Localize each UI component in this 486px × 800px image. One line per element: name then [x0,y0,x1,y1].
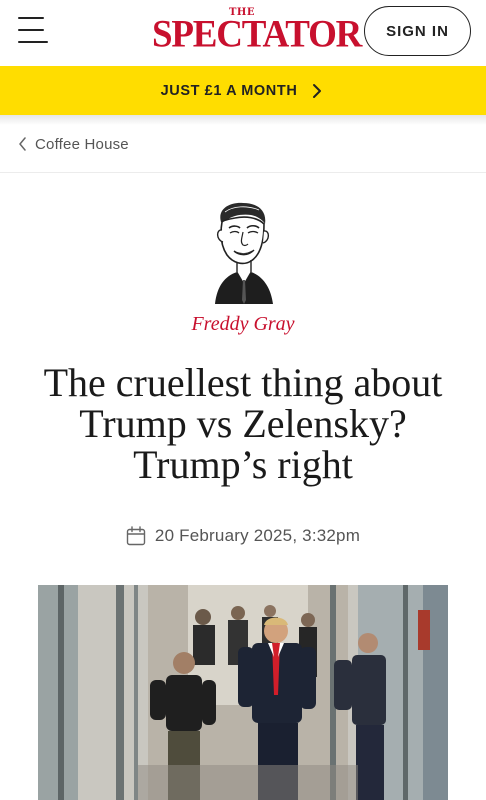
calendar-icon [126,526,146,546]
divider [0,172,486,173]
logo-wordmark: SPECTATOR [152,12,362,57]
site-header: THE SPECTATOR SIGN IN [0,0,486,66]
article-headline: The cruellest thing about Trump vs Zelen… [43,360,443,487]
chevron-left-icon [19,137,26,151]
spectator-logo[interactable]: THE SPECTATOR [152,8,362,57]
hamburger-menu-icon[interactable] [18,16,50,44]
promo-label: JUST £1 A MONTH [160,82,298,99]
article-dateline: 20 February 2025, 3:32pm [0,524,486,548]
banner-shadow [0,115,486,125]
author-caricature[interactable] [207,200,275,304]
publish-date: 20 February 2025, 3:32pm [154,526,361,545]
breadcrumb[interactable]: Coffee House [17,133,129,155]
article-hero-image[interactable] [38,585,448,800]
chevron-right-icon [313,83,322,98]
sign-in-button[interactable]: SIGN IN [364,6,471,56]
author-byline-link[interactable]: Freddy Gray [0,313,486,336]
breadcrumb-section-link[interactable]: Coffee House [35,136,129,153]
subscription-promo-banner[interactable]: JUST £1 A MONTH [0,66,486,115]
